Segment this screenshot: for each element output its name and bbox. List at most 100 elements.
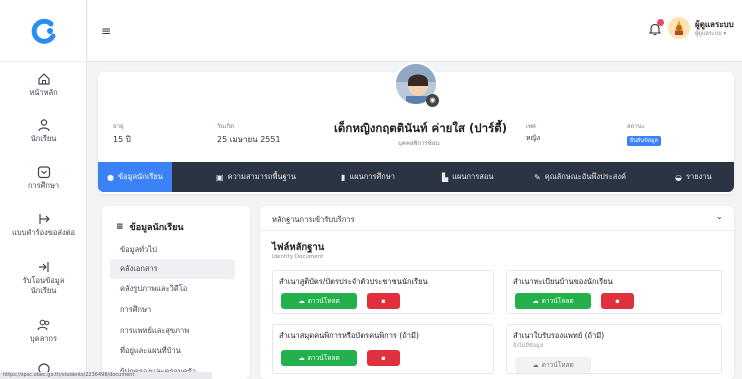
chevron-down-icon[interactable]: ⌄ xyxy=(716,212,723,221)
sidebar-item-label: บุคลากร xyxy=(29,334,58,343)
cloud-download-icon: ☁ xyxy=(532,361,539,369)
cloud-download-icon: ☁ xyxy=(298,297,305,305)
tab-label: แผนการศึกษา xyxy=(349,172,395,181)
document-subtitle: ยังไม่มีข้อมูล xyxy=(513,343,543,349)
student-name: เด็กหญิงกฤตตินันท์ ค่ายใส (ปาร์ตี้) xyxy=(334,121,507,135)
delete-button[interactable]: ▪ xyxy=(367,293,400,309)
menu-item-medical[interactable]: การแพทย์และสุขภาพ xyxy=(120,325,189,337)
forward-icon xyxy=(38,214,50,224)
tab-label: แผนการสอน xyxy=(452,172,494,181)
user-icon xyxy=(37,119,50,132)
delete-button[interactable]: ▪ xyxy=(367,350,400,366)
document-title: สำเนาทะเบียนบ้านของนักเรียน xyxy=(513,277,613,286)
logo-icon xyxy=(31,18,55,44)
check-square-icon: ▣ xyxy=(216,172,224,182)
tab-report[interactable]: ◒ รายงาน xyxy=(675,162,712,192)
app-logo[interactable] xyxy=(0,0,87,62)
document-title: สำเนาสมุดคนพิการหรือบัตรคนพิการ (ถ้ามี) xyxy=(279,331,419,340)
tab-desired-traits[interactable]: ✎ คุณลักษณะอันพึงประสงค์ xyxy=(534,162,626,192)
download-label: ดาวน์โหลด xyxy=(541,361,574,369)
menu-item-address[interactable]: ที่อยู่และแผนที่บ้าน xyxy=(120,345,181,357)
birth-value: 25 เมษายน 2551 xyxy=(217,135,281,144)
document-box-medical-certificate: สำเนาใบรับรองแพทย์ (ถ้ามี) ยังไม่มีข้อมู… xyxy=(506,324,722,374)
avatar[interactable] xyxy=(668,17,690,39)
document-title: สำเนาใบรับรองแพทย์ (ถ้ามี) xyxy=(513,331,605,340)
list-icon: ≡ xyxy=(116,222,124,232)
sidebar-item-label: นักเรียน xyxy=(30,134,57,143)
menu-item-documents[interactable]: คลังเอกสาร xyxy=(110,259,235,279)
sidebar-item-students[interactable]: นักเรียน xyxy=(0,118,87,144)
sidebar-item-education[interactable]: การศึกษา xyxy=(0,165,87,191)
user-icon: ● xyxy=(107,172,114,182)
sidebar-item-transfer[interactable]: รับโอนข้อมูล นักเรียน xyxy=(0,260,87,296)
menu-item-general[interactable]: ข้อมูลทั่วไป xyxy=(120,244,157,256)
document-box-disability-card: สำเนาสมุดคนพิการหรือบัตรคนพิการ (ถ้ามี) … xyxy=(272,324,494,374)
download-button[interactable]: ☁ ดาวน์โหลด xyxy=(281,350,357,366)
tab-student-info[interactable]: ● ข้อมูลนักเรียน xyxy=(98,162,172,192)
menu-toggle-icon[interactable]: ≡ xyxy=(101,24,111,38)
report-icon: ◒ xyxy=(675,172,682,182)
user-role[interactable]: ผู้ดูแลระบบ ▾ xyxy=(695,30,726,38)
download-label: ดาวน์โหลด xyxy=(541,297,574,305)
gender-value: หญิง xyxy=(526,134,540,142)
camera-icon[interactable]: ◉ xyxy=(426,94,439,107)
section-subtitle: Identity Document xyxy=(272,254,324,260)
status-badge: ยืนยันข้อมูล xyxy=(627,136,662,146)
menu-item-education[interactable]: การศึกษา xyxy=(120,304,151,316)
sidebar: หน้าหลัก นักเรียน การศึกษา แบบคำร้องขอส่… xyxy=(0,0,87,379)
tab-education-plan[interactable]: ▮ แผนการศึกษา xyxy=(341,162,395,192)
notification-badge xyxy=(657,19,664,26)
download-button[interactable]: ☁ ดาวน์โหลด xyxy=(281,293,357,309)
status-label: สถานะ xyxy=(627,123,645,130)
documents-panel: หลักฐานการเข้ารับบริการ ⌄ ไฟล์หลักฐาน Id… xyxy=(260,206,734,379)
age-label: อายุ xyxy=(113,123,124,130)
sidebar-item-home[interactable]: หน้าหลัก xyxy=(0,72,87,98)
trash-icon: ▪ xyxy=(615,297,620,305)
menu-title-text: ข้อมูลนักเรียน xyxy=(129,223,184,233)
age-value: 15 ปี xyxy=(113,135,131,144)
delete-button[interactable]: ▪ xyxy=(601,293,634,309)
sidebar-item-referral[interactable]: แบบคำร้องขอส่งต่อ xyxy=(0,212,87,238)
trash-icon: ▪ xyxy=(381,354,386,362)
student-sub: บุคคลพิการซ้อน xyxy=(398,140,440,147)
tab-label: รายงาน xyxy=(685,172,712,181)
download-label: ดาวน์โหลด xyxy=(307,354,340,362)
staff-icon xyxy=(36,319,49,331)
status-url: https://spsc.obec.go.th/students/2236498… xyxy=(0,372,212,379)
gender-label: เพศ xyxy=(526,123,536,130)
tab-bar: ● ข้อมูลนักเรียน ▣ ความสามารถพื้นฐาน ▮ แ… xyxy=(98,162,734,192)
tab-basic-ability[interactable]: ▣ ความสามารถพื้นฐาน xyxy=(216,162,296,192)
download-label: ดาวน์โหลด xyxy=(307,297,340,305)
book-icon: ▮ xyxy=(341,172,346,182)
menu-item-media[interactable]: คลังรูปภาพและวิดีโอ xyxy=(120,283,187,295)
download-button-disabled: ☁ ดาวน์โหลด xyxy=(515,357,591,373)
sidebar-item-staff[interactable]: บุคลากร xyxy=(0,318,87,344)
divider xyxy=(260,230,734,231)
file-icon: ▙ xyxy=(442,172,449,182)
edit-icon: ✎ xyxy=(534,172,541,182)
sidebar-item-label: รับโอนข้อมูล นักเรียน xyxy=(22,276,65,295)
user-avatar-image xyxy=(668,17,690,39)
sidebar-item-label: หน้าหลัก xyxy=(29,88,58,97)
cloud-download-icon: ☁ xyxy=(532,297,539,305)
tab-teaching-plan[interactable]: ▙ แผนการสอน xyxy=(442,162,494,192)
home-icon xyxy=(37,73,50,85)
menu-title: ≡ ข้อมูลนักเรียน xyxy=(116,220,184,234)
transfer-icon xyxy=(38,262,49,272)
cloud-download-icon: ☁ xyxy=(298,354,305,362)
student-info-menu: ≡ ข้อมูลนักเรียน ข้อมูลทั่วไป คลังเอกสาร… xyxy=(102,206,250,379)
birth-label: วันเกิด xyxy=(217,123,235,130)
sidebar-item-label: แบบคำร้องขอส่งต่อ xyxy=(11,228,76,237)
download-button[interactable]: ☁ ดาวน์โหลด xyxy=(515,293,591,309)
tab-label: ข้อมูลนักเรียน xyxy=(117,172,163,181)
document-title: สำเนาสูติบัตร/บัตรประจำตัวประชาชนนักเรีย… xyxy=(279,277,428,286)
topbar: ≡ ผู้ดูแลระบบ ผู้ดูแลระบบ ▾ xyxy=(88,0,742,62)
education-icon xyxy=(37,166,50,179)
tab-label: คุณลักษณะอันพึงประสงค์ xyxy=(544,172,627,181)
documents-header[interactable]: หลักฐานการเข้ารับบริการ xyxy=(272,214,355,226)
document-box-house-registration: สำเนาทะเบียนบ้านของนักเรียน ☁ ดาวน์โหลด … xyxy=(506,270,722,314)
section-title: ไฟล์หลักฐาน xyxy=(272,242,325,253)
sidebar-item-label: การศึกษา xyxy=(27,181,60,190)
document-box-id-card: สำเนาสูติบัตร/บัตรประจำตัวประชาชนนักเรีย… xyxy=(272,270,494,314)
tab-label: ความสามารถพื้นฐาน xyxy=(227,172,297,181)
